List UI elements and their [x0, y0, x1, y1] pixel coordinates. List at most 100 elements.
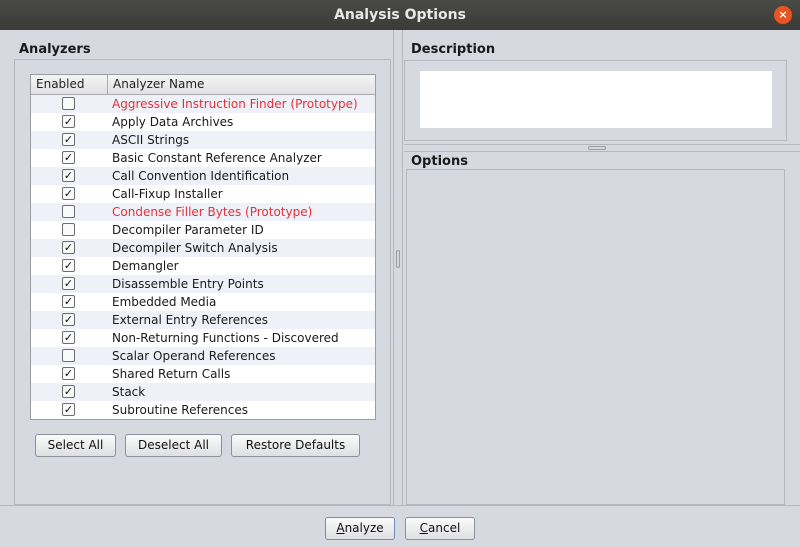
- analyzer-name: Basic Constant Reference Analyzer: [112, 151, 322, 165]
- enabled-cell: ✓: [31, 257, 108, 275]
- column-header-enabled[interactable]: Enabled: [31, 75, 108, 94]
- enabled-cell: ✓: [31, 365, 108, 383]
- enabled-cell: ✓: [31, 149, 108, 167]
- enabled-checkbox[interactable]: [62, 349, 75, 362]
- analyzer-name: Demangler: [112, 259, 179, 273]
- table-row[interactable]: ✓ Disassemble Entry Points: [31, 275, 375, 293]
- analyzer-name: Shared Return Calls: [112, 367, 231, 381]
- enabled-checkbox[interactable]: ✓: [62, 169, 75, 182]
- enabled-checkbox[interactable]: [62, 223, 75, 236]
- enabled-cell: ✓: [31, 185, 108, 203]
- analyzer-name: Embedded Media: [112, 295, 217, 309]
- analyzer-name: Apply Data Archives: [112, 115, 234, 129]
- enabled-cell: ✓: [31, 383, 108, 401]
- analyzer-name: Decompiler Parameter ID: [112, 223, 264, 237]
- window-title: Analysis Options: [334, 7, 466, 23]
- enabled-checkbox[interactable]: ✓: [62, 385, 75, 398]
- table-row[interactable]: ✓ Shared Return Calls: [31, 365, 375, 383]
- table-body: Aggressive Instruction Finder (Prototype…: [31, 95, 375, 419]
- analyzer-name: Decompiler Switch Analysis: [112, 241, 278, 255]
- enabled-cell: ✓: [31, 113, 108, 131]
- table-row[interactable]: ✓ Demangler: [31, 257, 375, 275]
- enabled-checkbox[interactable]: ✓: [62, 241, 75, 254]
- table-row[interactable]: ✓ Stack: [31, 383, 375, 401]
- analyzer-name: Condense Filler Bytes (Prototype): [112, 205, 313, 219]
- enabled-cell: [31, 203, 108, 221]
- table-row[interactable]: ✓ Decompiler Switch Analysis: [31, 239, 375, 257]
- description-heading: Description: [411, 42, 496, 57]
- restore-defaults-button[interactable]: Restore Defaults: [231, 434, 360, 457]
- cancel-button[interactable]: Cancel: [405, 517, 475, 540]
- button-bar: Analyze Cancel: [0, 505, 800, 547]
- table-row[interactable]: ✓ Call Convention Identification: [31, 167, 375, 185]
- title-bar: Analysis Options ×: [0, 0, 800, 30]
- analyzer-name: Call-Fixup Installer: [112, 187, 223, 201]
- analyzers-heading: Analyzers: [19, 42, 91, 57]
- enabled-checkbox[interactable]: ✓: [62, 151, 75, 164]
- horizontal-splitter[interactable]: [404, 144, 800, 152]
- table-row[interactable]: ✓ Apply Data Archives: [31, 113, 375, 131]
- analyzer-name: Scalar Operand References: [112, 349, 276, 363]
- enabled-checkbox[interactable]: ✓: [62, 133, 75, 146]
- column-header-analyzer-name[interactable]: Analyzer Name: [108, 75, 375, 94]
- table-row[interactable]: ✓ External Entry References: [31, 311, 375, 329]
- enabled-checkbox[interactable]: ✓: [62, 277, 75, 290]
- enabled-checkbox[interactable]: ✓: [62, 295, 75, 308]
- analyzer-name: Stack: [112, 385, 146, 399]
- analyze-button[interactable]: Analyze: [325, 517, 395, 540]
- splitter-grip-icon[interactable]: [588, 146, 606, 150]
- enabled-cell: [31, 221, 108, 239]
- enabled-checkbox[interactable]: ✓: [62, 115, 75, 128]
- analyzers-panel: Analyzers Enabled Analyzer Name Aggressi…: [0, 30, 393, 505]
- enabled-checkbox[interactable]: ✓: [62, 367, 75, 380]
- close-icon[interactable]: ×: [774, 6, 792, 24]
- enabled-cell: ✓: [31, 275, 108, 293]
- analyzer-name: Subroutine References: [112, 403, 248, 417]
- table-row[interactable]: Scalar Operand References: [31, 347, 375, 365]
- analyzer-name: ASCII Strings: [112, 133, 190, 147]
- dialog-content: Analyzers Enabled Analyzer Name Aggressi…: [0, 30, 800, 547]
- enabled-cell: ✓: [31, 239, 108, 257]
- right-panel: Description Options: [404, 30, 800, 505]
- splitter-grip-icon[interactable]: [396, 250, 400, 268]
- analyzer-name: Aggressive Instruction Finder (Prototype…: [112, 97, 358, 111]
- enabled-checkbox[interactable]: ✓: [62, 187, 75, 200]
- table-row[interactable]: Aggressive Instruction Finder (Prototype…: [31, 95, 375, 113]
- enabled-cell: ✓: [31, 293, 108, 311]
- enabled-checkbox[interactable]: ✓: [62, 313, 75, 326]
- table-header: Enabled Analyzer Name: [31, 75, 375, 95]
- analyze-button-label: Analyze: [336, 521, 384, 535]
- vertical-splitter[interactable]: [393, 30, 403, 505]
- enabled-cell: [31, 347, 108, 365]
- deselect-all-button[interactable]: Deselect All: [125, 434, 222, 457]
- options-panel: [406, 169, 785, 505]
- enabled-checkbox[interactable]: [62, 205, 75, 218]
- enabled-cell: ✓: [31, 401, 108, 419]
- table-row[interactable]: ✓ Non-Returning Functions - Discovered: [31, 329, 375, 347]
- options-heading: Options: [411, 154, 468, 169]
- enabled-cell: ✓: [31, 167, 108, 185]
- select-all-button[interactable]: Select All: [35, 434, 116, 457]
- analyzer-name: Call Convention Identification: [112, 169, 290, 183]
- enabled-cell: ✓: [31, 329, 108, 347]
- table-row[interactable]: ✓ Basic Constant Reference Analyzer: [31, 149, 375, 167]
- analyzer-name: Disassemble Entry Points: [112, 277, 264, 291]
- enabled-checkbox[interactable]: [62, 97, 75, 110]
- table-row[interactable]: ✓ Call-Fixup Installer: [31, 185, 375, 203]
- enabled-checkbox[interactable]: ✓: [62, 259, 75, 272]
- analyzer-name: External Entry References: [112, 313, 269, 327]
- analyzer-name: Non-Returning Functions - Discovered: [112, 331, 339, 345]
- table-row[interactable]: Decompiler Parameter ID: [31, 221, 375, 239]
- description-text: [420, 71, 772, 128]
- table-row[interactable]: ✓ Embedded Media: [31, 293, 375, 311]
- enabled-cell: ✓: [31, 311, 108, 329]
- table-row[interactable]: ✓ ASCII Strings: [31, 131, 375, 149]
- table-row[interactable]: Condense Filler Bytes (Prototype): [31, 203, 375, 221]
- enabled-checkbox[interactable]: ✓: [62, 403, 75, 416]
- enabled-cell: [31, 95, 108, 113]
- analyzers-table[interactable]: Enabled Analyzer Name Aggressive Instruc…: [30, 74, 376, 420]
- table-row[interactable]: ✓ Subroutine References: [31, 401, 375, 419]
- enabled-checkbox[interactable]: ✓: [62, 331, 75, 344]
- enabled-cell: ✓: [31, 131, 108, 149]
- cancel-button-label: Cancel: [419, 521, 461, 535]
